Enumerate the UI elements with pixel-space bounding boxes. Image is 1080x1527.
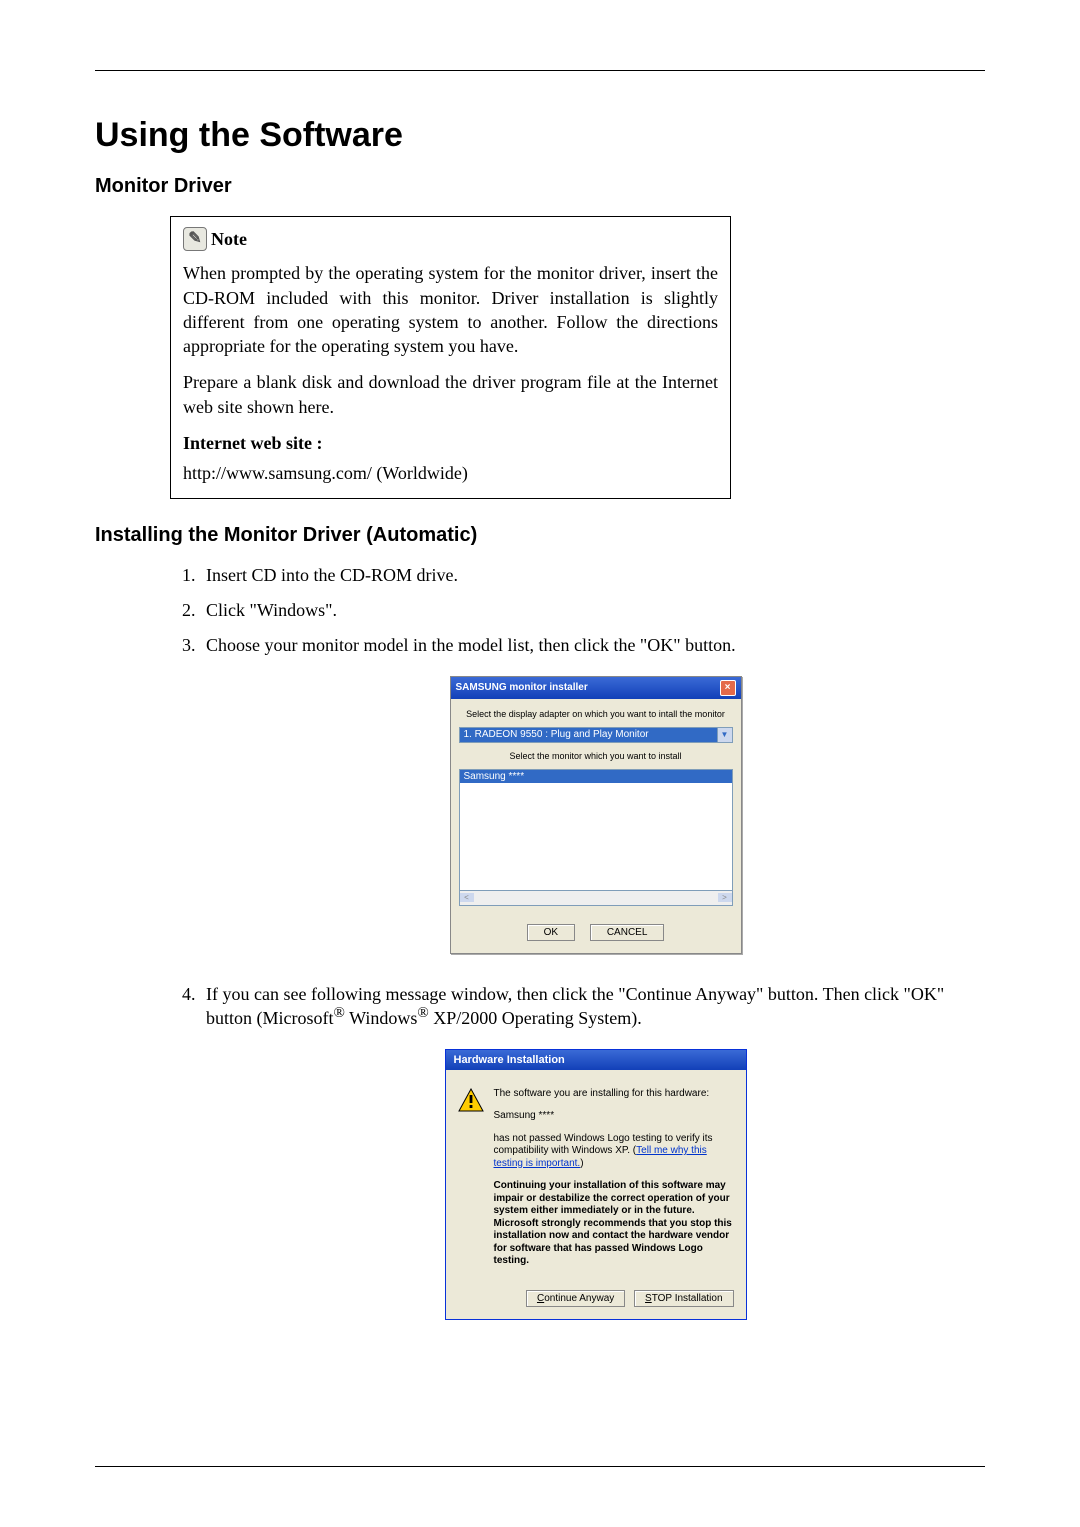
horizontal-scrollbar[interactable]: < > — [459, 891, 733, 906]
note-para2: Prepare a blank disk and download the dr… — [183, 370, 718, 419]
hardware-install-title: Hardware Installation — [446, 1050, 746, 1070]
close-icon[interactable]: × — [720, 680, 736, 696]
hw-p4: Continuing your installation of this sof… — [494, 1180, 734, 1268]
note-header: ✎ Note — [183, 227, 718, 251]
hw-p1: The software you are installing for this… — [494, 1088, 734, 1101]
installer-instr1: Select the display adapter on which you … — [459, 709, 733, 719]
scroll-left-icon[interactable]: < — [460, 893, 474, 902]
ok-button[interactable]: OK — [527, 924, 575, 941]
step-4-text-b: Windows — [349, 1008, 417, 1028]
step-3-text: Choose your monitor model in the model l… — [206, 635, 736, 655]
adapter-dropdown[interactable]: 1. RADEON 9550 : Plug and Play Monitor ▼ — [459, 727, 733, 743]
step-2: Click "Windows". — [200, 600, 985, 621]
internet-website-label: Internet web site : — [183, 431, 718, 455]
adapter-selected: 1. RADEON 9550 : Plug and Play Monitor — [460, 728, 717, 742]
monitor-list[interactable]: Samsung **** — [459, 769, 733, 891]
hardware-install-dialog: Hardware Installation The software you a… — [445, 1049, 747, 1320]
top-rule — [95, 70, 985, 71]
installer-dialog: SAMSUNG monitor installer × Select the d… — [450, 676, 742, 954]
warning-icon — [458, 1088, 484, 1112]
note-para1: When prompted by the operating system fo… — [183, 261, 718, 358]
hardware-install-text: The software you are installing for this… — [494, 1088, 734, 1278]
section-install-auto: Installing the Monitor Driver (Automatic… — [95, 524, 985, 547]
monitor-list-item[interactable]: Samsung **** — [460, 770, 732, 783]
reg-mark-2: ® — [417, 1005, 428, 1021]
scroll-right-icon[interactable]: > — [718, 893, 732, 902]
hw-p3: has not passed Windows Logo testing to v… — [494, 1133, 734, 1171]
note-block: ✎ Note When prompted by the operating sy… — [170, 216, 731, 499]
step-4: If you can see following message window,… — [200, 984, 985, 1320]
stop-installation-button[interactable]: STOP InstallationSTOP Installation — [634, 1290, 733, 1307]
step-1: Insert CD into the CD-ROM drive. — [200, 565, 985, 586]
section-monitor-driver: Monitor Driver — [95, 175, 985, 198]
steps-list: Insert CD into the CD-ROM drive. Click "… — [170, 565, 985, 1320]
hw-p2: Samsung **** — [494, 1110, 734, 1123]
bottom-rule — [95, 1466, 985, 1467]
note-icon: ✎ — [183, 227, 207, 251]
installer-instr2: Select the monitor which you want to ins… — [459, 751, 733, 761]
chevron-down-icon[interactable]: ▼ — [717, 728, 732, 742]
step-4-text-c: XP/2000 Operating System). — [433, 1008, 642, 1028]
internet-website-url: http://www.samsung.com/ (Worldwide) — [183, 461, 718, 485]
step-3: Choose your monitor model in the model l… — [200, 635, 985, 954]
hw-p3b: ) — [580, 1158, 583, 1169]
note-label: Note — [211, 227, 247, 251]
page-title: Using the Software — [95, 116, 985, 155]
continue-anyway-button[interactable]: CContinue Anywayontinue Anyway — [526, 1290, 625, 1307]
reg-mark-1: ® — [334, 1005, 345, 1021]
installer-title: SAMSUNG monitor installer — [456, 682, 588, 693]
cancel-button[interactable]: CANCEL — [590, 924, 665, 941]
installer-titlebar: SAMSUNG monitor installer × — [451, 677, 741, 699]
